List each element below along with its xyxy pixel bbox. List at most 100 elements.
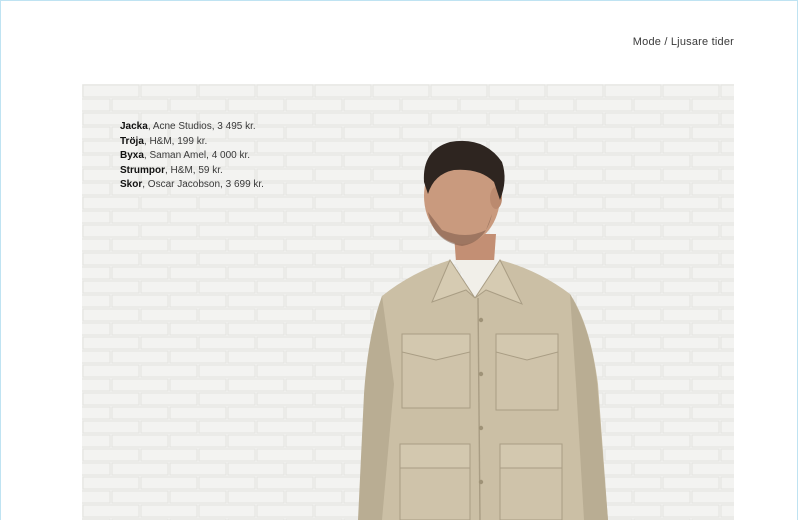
brick <box>575 126 633 140</box>
brick <box>604 308 662 322</box>
brick <box>633 210 691 224</box>
brick <box>720 196 734 210</box>
brick <box>82 196 140 210</box>
brick <box>691 322 734 336</box>
brick <box>546 112 604 126</box>
brick <box>343 266 401 280</box>
brick <box>546 196 604 210</box>
brick <box>691 462 734 476</box>
credit-item: Tröja <box>120 135 144 147</box>
credit-item: Strumpor <box>120 164 165 176</box>
brick <box>256 336 314 350</box>
brick <box>198 392 256 406</box>
brick <box>517 126 575 140</box>
brick <box>488 84 546 98</box>
brick <box>82 98 111 112</box>
brick <box>604 252 662 266</box>
brick <box>169 322 227 336</box>
brick <box>691 434 734 448</box>
brick <box>662 112 720 126</box>
brick <box>459 98 517 112</box>
brick <box>140 476 198 490</box>
brick <box>604 504 662 518</box>
brick <box>169 406 227 420</box>
brick <box>314 336 372 350</box>
running-head: Mode / Ljusare tider <box>632 36 734 48</box>
brick <box>82 154 111 168</box>
fashion-photo: Jacka, Acne Studios, 3 495 kr. Tröja , H&… <box>82 84 734 520</box>
brick <box>111 490 169 504</box>
brick <box>662 280 720 294</box>
brick <box>227 238 285 252</box>
brick <box>691 154 734 168</box>
brick <box>140 84 198 98</box>
brick <box>111 406 169 420</box>
brick <box>256 280 314 294</box>
brick <box>517 210 575 224</box>
brick <box>575 98 633 112</box>
brick <box>256 420 314 434</box>
brick <box>111 210 169 224</box>
brick <box>82 420 140 434</box>
credit-item: Jacka <box>120 121 148 132</box>
brick <box>169 266 227 280</box>
brick <box>372 196 430 210</box>
brick <box>82 378 111 392</box>
brick <box>314 168 372 182</box>
brick <box>691 378 734 392</box>
brick <box>198 364 256 378</box>
brick <box>662 420 720 434</box>
credit-detail: , Saman Amel, 4 000 kr. <box>143 150 251 162</box>
brick <box>169 490 227 504</box>
brick <box>314 364 372 378</box>
brick <box>285 434 343 448</box>
brick <box>314 224 372 238</box>
brick <box>140 224 198 238</box>
brick <box>169 210 227 224</box>
brick <box>546 84 604 98</box>
brick <box>82 252 140 266</box>
brick <box>488 112 546 126</box>
brick <box>256 84 314 98</box>
brick <box>691 406 734 420</box>
credit-detail: , H&M, 59 kr. <box>165 164 223 176</box>
brick <box>198 308 256 322</box>
credit-jacka: Jacka, Acne Studios, 3 495 kr. <box>120 120 264 135</box>
brick <box>720 84 734 98</box>
brick <box>256 112 314 126</box>
brick <box>169 462 227 476</box>
brick <box>720 224 734 238</box>
brick <box>82 84 140 98</box>
brick <box>82 322 111 336</box>
brick <box>633 294 691 308</box>
brick <box>227 462 285 476</box>
brick <box>633 350 691 364</box>
brick <box>488 224 546 238</box>
brick <box>285 210 343 224</box>
brick <box>314 280 372 294</box>
brick <box>111 238 169 252</box>
credit-detail: , Oscar Jacobson, 3 699 kr. <box>142 179 264 191</box>
brick <box>227 266 285 280</box>
brick <box>140 196 198 210</box>
brick <box>111 98 169 112</box>
brick <box>314 252 372 266</box>
brick <box>285 406 343 420</box>
brick <box>82 224 140 238</box>
brick <box>720 308 734 322</box>
brick <box>343 154 401 168</box>
brick <box>198 84 256 98</box>
brick <box>633 98 691 112</box>
brick <box>82 280 140 294</box>
brick <box>227 434 285 448</box>
brick <box>314 84 372 98</box>
brick <box>633 378 691 392</box>
brick <box>256 140 314 154</box>
brick <box>140 280 198 294</box>
brick <box>82 364 140 378</box>
brick <box>720 140 734 154</box>
brick <box>691 126 734 140</box>
brick <box>720 252 734 266</box>
brick <box>140 252 198 266</box>
brick <box>256 476 314 490</box>
